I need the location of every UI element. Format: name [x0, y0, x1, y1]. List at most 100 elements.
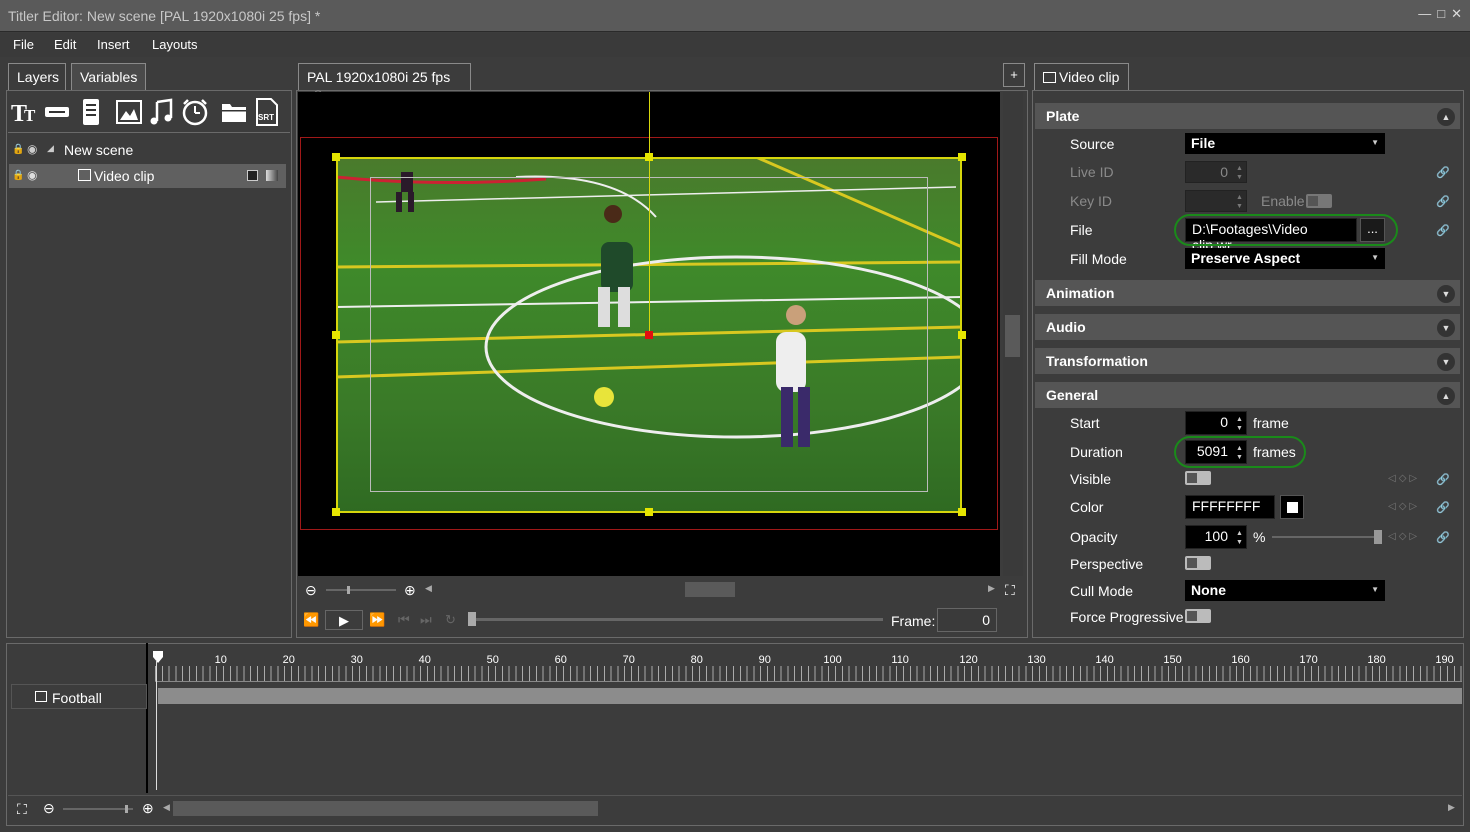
- section-audio[interactable]: Audio ▼: [1035, 314, 1460, 340]
- link-icon[interactable]: 🔗: [1436, 224, 1450, 237]
- timeline-zoom-slider[interactable]: [63, 805, 133, 813]
- link-icon[interactable]: 🔗: [1436, 531, 1450, 544]
- tab-preview[interactable]: PAL 1920x1080i 25 fps ⊗: [298, 63, 471, 101]
- crawl-layer-icon[interactable]: [76, 96, 106, 128]
- timeline-ruler[interactable]: [155, 666, 1462, 682]
- loop-icon[interactable]: ↻: [445, 612, 456, 628]
- fit-screen-icon[interactable]: ⛶: [1005, 582, 1015, 599]
- section-animation[interactable]: Animation ▼: [1035, 280, 1460, 306]
- color-swatch[interactable]: [1280, 495, 1304, 519]
- perspective-toggle[interactable]: [1185, 556, 1211, 570]
- fillmode-dropdown[interactable]: Preserve Aspect ▼: [1185, 248, 1385, 269]
- tab-variables[interactable]: Variables: [71, 63, 146, 90]
- text-layer-icon[interactable]: TT: [10, 96, 40, 128]
- resize-handle[interactable]: [332, 508, 340, 516]
- expand-icon[interactable]: ◢: [47, 143, 54, 154]
- skip-end-icon[interactable]: ⏭: [420, 612, 432, 628]
- vertical-scrollbar[interactable]: [1003, 92, 1023, 576]
- scroll-left-icon[interactable]: ◀: [425, 583, 432, 594]
- layer-row-video-clip[interactable]: 🔒 ◉ Video clip: [9, 164, 286, 188]
- opacity-slider[interactable]: [1272, 530, 1382, 544]
- section-general[interactable]: General ▲: [1035, 382, 1460, 408]
- fit-timeline-icon[interactable]: ⛶: [17, 801, 27, 818]
- preview-tab-label: PAL 1920x1080i 25 fps: [307, 69, 451, 85]
- preview-canvas[interactable]: [298, 92, 1000, 576]
- expand-icon[interactable]: ▼: [1437, 319, 1455, 337]
- subtitle-srt-icon[interactable]: SRT: [252, 96, 282, 128]
- zoom-in-icon[interactable]: ⊕: [404, 582, 416, 599]
- tab-layers[interactable]: Layers: [8, 63, 66, 90]
- maximize-icon[interactable]: □: [1437, 6, 1445, 22]
- menu-layouts[interactable]: Layouts: [152, 37, 198, 52]
- link-icon[interactable]: 🔗: [1436, 473, 1450, 486]
- collapse-icon[interactable]: ▲: [1437, 387, 1455, 405]
- resize-handle[interactable]: [645, 508, 653, 516]
- folder-icon[interactable]: [219, 96, 249, 128]
- lock-icon[interactable]: 🔒: [12, 170, 24, 181]
- play-button[interactable]: ▶: [325, 610, 363, 630]
- eye-icon[interactable]: ◉: [27, 142, 37, 156]
- section-plate[interactable]: Plate ▲: [1035, 103, 1460, 129]
- link-icon[interactable]: 🔗: [1436, 195, 1450, 208]
- timeline-scroll-thumb[interactable]: [173, 801, 598, 816]
- resize-handle[interactable]: [958, 331, 966, 339]
- zoom-slider[interactable]: [326, 586, 396, 594]
- menu-insert[interactable]: Insert: [97, 37, 130, 52]
- resize-handle[interactable]: [958, 153, 966, 161]
- link-icon[interactable]: 🔗: [1436, 501, 1450, 514]
- resize-handle[interactable]: [645, 153, 653, 161]
- section-title: Plate: [1046, 108, 1080, 124]
- expand-icon[interactable]: ▼: [1437, 285, 1455, 303]
- source-dropdown[interactable]: File ▼: [1185, 133, 1385, 154]
- scroll-right-icon[interactable]: ▶: [1448, 802, 1455, 813]
- anchor-point[interactable]: [645, 331, 653, 339]
- keyframe-nav-icon[interactable]: ◁◇▷: [1388, 501, 1420, 512]
- image-layer-icon[interactable]: [114, 96, 144, 128]
- audio-layer-icon[interactable]: [147, 96, 177, 128]
- tab-video-clip[interactable]: Video clip: [1034, 63, 1129, 90]
- zoom-out-icon[interactable]: ⊖: [305, 582, 317, 599]
- horizontal-scroll-thumb[interactable]: [685, 582, 735, 597]
- frame-scrubber[interactable]: [468, 612, 883, 626]
- collapse-icon[interactable]: ▲: [1437, 108, 1455, 126]
- spinner-icon[interactable]: ▲ ▼: [1236, 529, 1468, 547]
- frame-input[interactable]: 0: [937, 608, 997, 632]
- gradient-icon[interactable]: [266, 170, 278, 181]
- scrollbar-thumb[interactable]: [1005, 315, 1020, 357]
- section-title: Audio: [1046, 319, 1086, 335]
- link-icon[interactable]: 🔗: [1436, 166, 1450, 179]
- menu-edit[interactable]: Edit: [54, 37, 76, 52]
- keyframe-nav-icon[interactable]: ◁◇▷: [1388, 473, 1420, 484]
- close-icon[interactable]: ✕: [1451, 6, 1462, 22]
- cullmode-dropdown[interactable]: None ▼: [1185, 580, 1385, 601]
- skip-start-icon[interactable]: ⏮: [398, 612, 410, 628]
- ruler-tick-label: 170: [1299, 654, 1318, 666]
- layer-row-scene[interactable]: 🔒 ◉ ◢ New scene: [9, 138, 289, 162]
- clock-layer-icon[interactable]: [180, 96, 210, 128]
- eye-icon[interactable]: ◉: [27, 168, 37, 182]
- color-input[interactable]: FFFFFFFF: [1185, 495, 1275, 519]
- track-clip-bar[interactable]: [158, 688, 1462, 704]
- visible-toggle[interactable]: [1185, 471, 1211, 485]
- resize-handle[interactable]: [332, 153, 340, 161]
- menu-file[interactable]: File: [13, 37, 34, 52]
- rewind-icon[interactable]: ⏪: [303, 612, 319, 628]
- force-progressive-toggle[interactable]: [1185, 609, 1211, 623]
- image-icon: [35, 691, 47, 702]
- resize-handle[interactable]: [332, 331, 340, 339]
- track-header[interactable]: Football: [11, 684, 147, 709]
- add-tab-button[interactable]: +: [1003, 63, 1025, 87]
- resize-handle[interactable]: [958, 508, 966, 516]
- keyframe-nav-icon[interactable]: ◁◇▷: [1388, 531, 1420, 542]
- zoom-in-icon[interactable]: ⊕: [142, 800, 154, 817]
- ticker-layer-icon[interactable]: [42, 96, 72, 128]
- record-icon[interactable]: [247, 170, 258, 181]
- zoom-out-icon[interactable]: ⊖: [43, 800, 55, 817]
- scroll-left-icon[interactable]: ◀: [163, 802, 170, 813]
- fast-forward-icon[interactable]: ⏩: [369, 612, 385, 628]
- lock-icon[interactable]: 🔒: [12, 144, 24, 155]
- minimize-icon[interactable]: —: [1418, 6, 1431, 22]
- expand-icon[interactable]: ▼: [1437, 353, 1455, 371]
- section-transformation[interactable]: Transformation ▼: [1035, 348, 1460, 374]
- scroll-right-icon[interactable]: ▶: [988, 583, 995, 594]
